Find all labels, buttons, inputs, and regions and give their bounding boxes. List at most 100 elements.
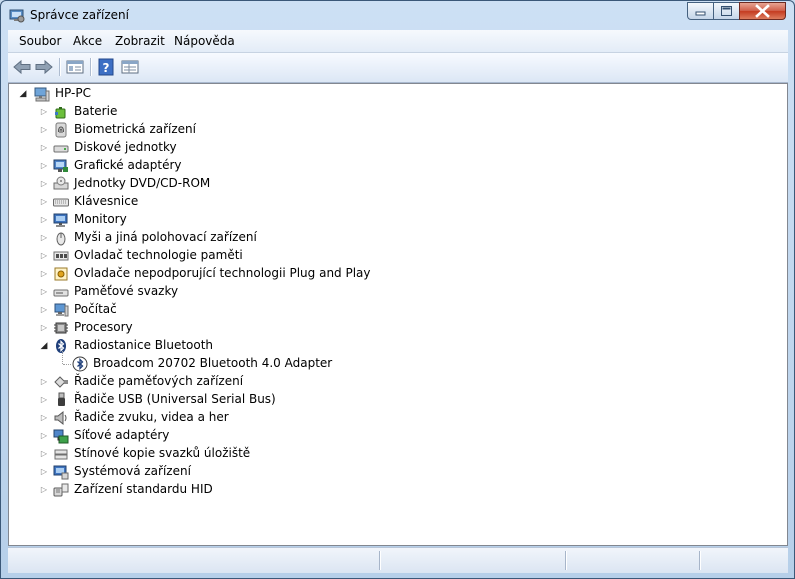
tree-item[interactable]: ▷ Ovladače nepodporující technologii Plug… xyxy=(38,265,398,283)
tree-item[interactable]: ▷ Biometrická zařízení xyxy=(38,121,398,139)
menu-akce[interactable]: Akce xyxy=(73,34,102,48)
tree-item[interactable]: ▷ Jednotky DVD/CD-ROM xyxy=(38,175,398,193)
shadow-copy-icon xyxy=(53,446,69,462)
expand-arrow-icon[interactable]: ▷ xyxy=(38,247,50,265)
menu-bar: Soubor Akce Zobrazit Nápověda xyxy=(8,30,788,53)
expand-arrow-icon[interactable]: ▷ xyxy=(38,229,50,247)
display-adapter-icon xyxy=(53,158,69,174)
svg-text:?: ? xyxy=(103,61,110,75)
title-bar[interactable]: Správce zařízení xyxy=(1,1,794,29)
tree-item[interactable]: ▷ Systémová zařízení xyxy=(38,463,398,481)
expand-arrow-icon[interactable]: ▷ xyxy=(38,283,50,301)
expand-arrow-icon[interactable]: ▷ xyxy=(38,445,50,463)
storage-volume-icon xyxy=(53,284,69,300)
expand-arrow-icon[interactable]: ▷ xyxy=(38,301,50,319)
fingerprint-icon xyxy=(53,122,69,138)
menu-napoveda[interactable]: Nápověda xyxy=(174,34,235,48)
computer-icon xyxy=(34,86,50,102)
expand-arrow-icon[interactable]: ▷ xyxy=(38,265,50,283)
tree-item-label: Řadiče paměťových zařízení xyxy=(74,374,244,388)
expand-arrow-icon[interactable]: ▷ xyxy=(38,175,50,193)
expand-arrow-icon[interactable]: ▷ xyxy=(38,121,50,139)
tree-item[interactable]: ▷ Klávesnice xyxy=(38,193,398,211)
tree-item[interactable]: ▷ Zařízení standardu HID xyxy=(38,481,398,499)
minimize-button[interactable] xyxy=(687,2,714,20)
close-button[interactable] xyxy=(739,2,786,20)
network-adapter-icon xyxy=(53,428,69,444)
tree-item[interactable]: ▷ Řadiče zvuku, videa a her xyxy=(38,409,398,427)
tree-item[interactable]: ▷ Stínové kopie svazků úložiště xyxy=(38,445,398,463)
tree-item-label: Klávesnice xyxy=(74,194,139,208)
tree-item-label: Ovladače nepodporující technologii Plug … xyxy=(74,266,371,280)
tree-item[interactable]: ▷ Počítač xyxy=(38,301,398,319)
tree-item-label: Zařízení standardu HID xyxy=(74,482,213,496)
monitor-icon xyxy=(53,212,69,228)
tree-item-label: Jednotky DVD/CD-ROM xyxy=(74,176,211,190)
tree-root[interactable]: ◢ HP-PC xyxy=(17,85,217,103)
expand-arrow-icon[interactable]: ▷ xyxy=(38,427,50,445)
expand-arrow-icon[interactable]: ▷ xyxy=(38,211,50,229)
bluetooth-icon xyxy=(53,338,69,354)
tree-item[interactable]: ▷ Myši a jiná polohovací zařízení xyxy=(38,229,398,247)
system-device-icon xyxy=(53,464,69,480)
menu-soubor[interactable]: Soubor xyxy=(19,34,61,48)
tree-child-label: Broadcom 20702 Bluetooth 4.0 Adapter xyxy=(93,356,333,370)
tree-item[interactable]: ▷ Řadiče paměťových zařízení xyxy=(38,373,398,391)
tree-item[interactable]: ▷ Paměťové svazky xyxy=(38,283,398,301)
dvd-drive-icon xyxy=(53,176,69,192)
expand-arrow-icon[interactable]: ▷ xyxy=(38,409,50,427)
maximize-button[interactable] xyxy=(713,2,740,20)
expand-arrow-icon[interactable]: ▷ xyxy=(38,157,50,175)
processor-icon xyxy=(53,320,69,336)
properties-view-icon[interactable] xyxy=(64,57,86,77)
details-view-icon[interactable] xyxy=(119,57,141,77)
expand-arrow-icon[interactable]: ▷ xyxy=(38,103,50,121)
tree-connector-line xyxy=(62,351,64,364)
forward-arrow-icon[interactable] xyxy=(33,57,55,77)
window-title: Správce zařízení xyxy=(30,8,129,22)
toolbar: ? xyxy=(8,53,788,83)
tree-item-label: Počítač xyxy=(74,302,117,316)
tree-item-label: Řadiče USB (Universal Serial Bus) xyxy=(74,392,276,406)
speaker-icon xyxy=(53,410,69,426)
collapse-arrow-icon[interactable]: ◢ xyxy=(17,85,29,103)
tree-item-label: Řadiče zvuku, videa a her xyxy=(74,410,229,424)
expand-arrow-icon[interactable]: ▷ xyxy=(38,193,50,211)
tree-item-label: Radiostanice Bluetooth xyxy=(74,338,214,352)
device-manager-icon xyxy=(9,7,25,23)
bluetooth-adapter-icon xyxy=(72,356,88,372)
tree-item[interactable]: ◢ Radiostanice Bluetooth xyxy=(38,337,398,355)
expand-arrow-icon[interactable]: ▷ xyxy=(38,139,50,157)
expand-arrow-icon[interactable]: ▷ xyxy=(38,481,50,499)
tree-item[interactable]: ▷ Grafické adaptéry xyxy=(38,157,398,175)
expand-arrow-icon[interactable]: ▷ xyxy=(38,391,50,409)
expand-arrow-icon[interactable]: ▷ xyxy=(38,373,50,391)
tree-child-item[interactable]: Broadcom 20702 Bluetooth 4.0 Adapter xyxy=(38,351,398,373)
help-icon[interactable]: ? xyxy=(95,57,117,77)
tree-item-label: Monitory xyxy=(74,212,127,226)
expand-arrow-icon[interactable]: ▷ xyxy=(38,319,50,337)
tree-item[interactable]: ▷ Monitory xyxy=(38,211,398,229)
collapse-arrow-icon[interactable]: ◢ xyxy=(38,337,50,355)
menu-zobrazit[interactable]: Zobrazit xyxy=(115,34,165,48)
tree-item-label: Diskové jednotky xyxy=(74,140,177,154)
non-pnp-driver-icon xyxy=(53,266,69,282)
tree-item[interactable]: ▷ Baterie xyxy=(38,103,398,121)
disk-drive-icon xyxy=(53,140,69,156)
root-label: HP-PC xyxy=(55,86,91,100)
tree-item-label: Síťové adaptéry xyxy=(74,428,170,442)
tree-connector-line xyxy=(63,364,71,366)
tree-item-label: Biometrická zařízení xyxy=(74,122,196,136)
expand-arrow-icon[interactable]: ▷ xyxy=(38,463,50,481)
battery-icon xyxy=(53,104,69,120)
tree-item-label: Myši a jiná polohovací zařízení xyxy=(74,230,257,244)
tree-item[interactable]: ▷ Síťové adaptéry xyxy=(38,427,398,445)
device-tree[interactable]: ◢ HP-PC ▷ Baterie ▷ Biometrická zařízení ▷ Di… xyxy=(8,83,788,546)
tree-item[interactable]: ▷ Diskové jednotky xyxy=(38,139,398,157)
tree-item[interactable]: ▷ Ovladač technologie paměti xyxy=(38,247,398,265)
storage-controller-icon xyxy=(53,374,69,390)
status-bar xyxy=(8,547,788,573)
tree-item[interactable]: ▷ Procesory xyxy=(38,319,398,337)
back-arrow-icon[interactable] xyxy=(11,57,33,77)
tree-item[interactable]: ▷ Řadiče USB (Universal Serial Bus) xyxy=(38,391,398,409)
